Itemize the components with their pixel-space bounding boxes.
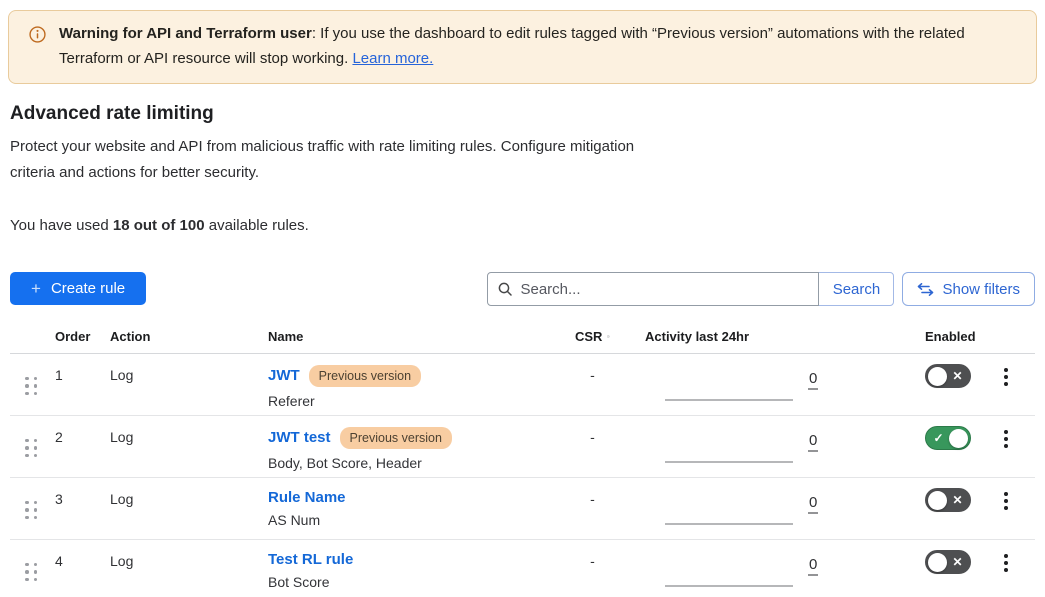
rules-table-body: 1LogJWTPrevious versionReferer-0✕2LogJWT… [10,354,1035,597]
csr-value: - [520,540,610,597]
activity-count-link[interactable]: 0 [808,555,818,576]
activity-sparkline [665,461,793,463]
enabled-toggle[interactable]: ✕ [925,488,971,512]
rule-name-link[interactable]: Rule Name [268,489,346,506]
rule-name-link[interactable]: Test RL rule [268,551,353,568]
warning-banner: Warning for API and Terraform user: If y… [8,10,1037,84]
search-button[interactable]: Search [818,272,894,306]
cross-icon: ✕ [947,494,968,506]
previous-version-badge: Previous version [309,365,421,387]
usage-count: 18 out of 100 [113,217,205,234]
filters-swap-icon [917,283,934,296]
header-action: Action [110,329,268,344]
kebab-menu-button[interactable] [1001,489,1011,513]
rule-order: 4 [55,540,110,597]
drag-handle-icon[interactable] [25,501,37,520]
drag-handle-icon[interactable] [25,377,37,396]
rule-criteria: Body, Bot Score, Header [268,455,520,471]
rule-name-link[interactable]: JWT test [268,429,331,446]
toggle-knob [928,553,947,572]
drag-handle-icon[interactable] [25,439,37,458]
cross-icon: ✕ [947,556,968,568]
activity-count-link[interactable]: 0 [808,369,818,390]
rule-order: 1 [55,354,110,415]
header-enabled: Enabled [875,329,990,344]
search-area: Search Show filters [487,272,1035,306]
warning-title: Warning for API and Terraform user [59,25,312,42]
search-input[interactable] [487,272,819,306]
header-activity: Activity last 24hr [610,329,875,344]
rule-criteria: Bot Score [268,574,520,590]
csr-value: - [520,354,610,415]
rule-action: Log [110,540,268,597]
activity-count-link[interactable]: 0 [808,493,818,514]
header-order: Order [55,329,110,344]
usage-text: You have used 18 out of 100 available ru… [10,217,1035,234]
csr-value: - [520,478,610,539]
activity-sparkline [665,585,793,587]
rule-order: 2 [55,416,110,477]
check-icon: ✓ [928,432,949,444]
previous-version-badge: Previous version [340,427,452,449]
enabled-toggle[interactable]: ✕ [925,550,971,574]
activity-count-link[interactable]: 0 [808,431,818,452]
table-header: Order Action Name CSR Activity last 24hr… [10,329,1035,354]
rule-criteria: Referer [268,393,520,409]
toggle-knob [949,429,968,448]
table-row: 3LogRule Name AS Num- 0 ✕ [10,478,1035,540]
rule-name-link[interactable]: JWT [268,367,300,384]
drag-handle-icon[interactable] [25,563,37,582]
kebab-menu-button[interactable] [1001,365,1011,389]
rule-order: 3 [55,478,110,539]
rule-action: Log [110,416,268,477]
enabled-toggle[interactable]: ✓ [925,426,971,450]
toggle-knob [928,491,947,510]
enabled-toggle[interactable]: ✕ [925,364,971,388]
create-rule-button[interactable]: + Create rule [10,272,146,305]
table-row: 4LogTest RL rule Bot Score- 0 ✕ [10,540,1035,597]
plus-icon: + [31,280,41,297]
activity-sparkline [665,399,793,401]
rule-action: Log [110,354,268,415]
csr-value: - [520,416,610,477]
rule-action: Log [110,478,268,539]
page-title: Advanced rate limiting [10,103,1035,125]
page-description: Protect your website and API from malici… [10,134,642,186]
table-row: 2LogJWT test Previous version Body, Bot Sc… [10,416,1035,478]
search-icon [497,281,513,297]
warning-text: Warning for API and Terraform user: If y… [59,21,1016,71]
toolbar: + Create rule Search Show filters [10,272,1035,306]
learn-more-link[interactable]: Learn more. [352,50,433,67]
info-circle-icon [29,26,46,71]
rule-criteria: AS Num [268,512,520,528]
kebab-menu-button[interactable] [1001,427,1011,451]
header-name: Name [268,329,520,344]
activity-sparkline [665,523,793,525]
table-row: 1LogJWT Previous version Referer- 0 ✕ [10,354,1035,416]
cross-icon: ✕ [947,370,968,382]
header-csr: CSR [575,329,602,344]
show-filters-button[interactable]: Show filters [902,272,1035,306]
kebab-menu-button[interactable] [1001,551,1011,575]
toggle-knob [928,367,947,386]
